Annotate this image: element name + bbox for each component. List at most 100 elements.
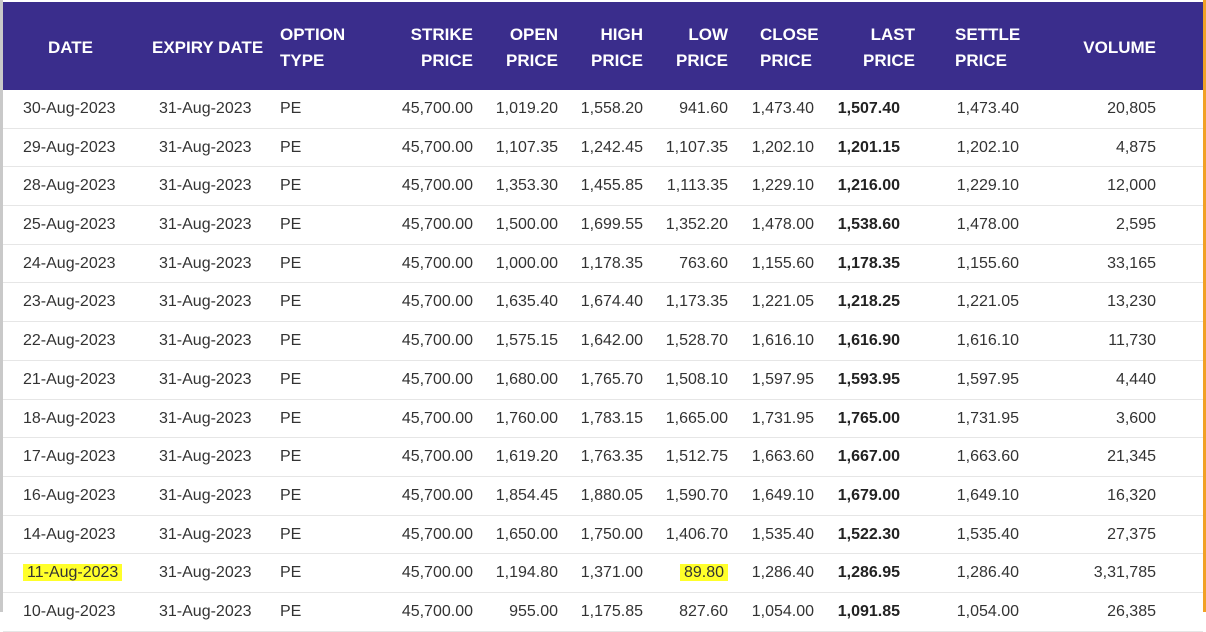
settle-value: 1,229.10 xyxy=(956,177,1019,195)
settle-value: 1,155.60 xyxy=(956,254,1019,272)
open-value: 1,353.30 xyxy=(495,177,558,195)
open-value: 1,000.00 xyxy=(495,254,558,272)
table-row[interactable]: 22-Aug-2023 31-Aug-2023 PE 45,700.00 1,575.1… xyxy=(3,322,1203,361)
close-value: 1,478.00 xyxy=(751,216,814,234)
header-strike-price[interactable]: STRIKE PRICE xyxy=(403,22,473,74)
strike-value: 45,700.00 xyxy=(401,486,473,504)
table-row[interactable]: 10-Aug-2023 31-Aug-2023 PE 45,700.00 955.00 1… xyxy=(3,593,1203,632)
high-value: 1,750.00 xyxy=(580,525,643,543)
volume-value: 13,230 xyxy=(1107,293,1156,311)
header-high-price[interactable]: HIGH PRICE xyxy=(573,22,643,74)
header-close-price[interactable]: CLOSE PRICE xyxy=(760,22,819,74)
type-value: PE xyxy=(280,602,302,620)
expiry-value: 31-Aug-2023 xyxy=(159,564,252,582)
cell-strike: 45,700.00 xyxy=(383,477,473,515)
table-row[interactable]: 30-Aug-2023 31-Aug-2023 PE 45,700.00 1,019.2… xyxy=(3,90,1203,129)
close-value: 1,221.05 xyxy=(751,293,814,311)
cell-open: 1,619.20 xyxy=(473,438,558,476)
table-row[interactable]: 11-Aug-2023 31-Aug-2023 PE 45,700.00 1,194.8… xyxy=(3,554,1203,593)
header-option-type[interactable]: OPTION TYPE xyxy=(280,22,345,74)
table-row[interactable]: 24-Aug-2023 31-Aug-2023 PE 45,700.00 1,000.0… xyxy=(3,245,1203,284)
type-value: PE xyxy=(280,525,302,543)
table-row[interactable]: 17-Aug-2023 31-Aug-2023 PE 45,700.00 1,619.2… xyxy=(3,438,1203,477)
header-expiry-date[interactable]: EXPIRY DATE xyxy=(152,35,263,61)
low-value: 827.60 xyxy=(679,602,728,620)
last-value: 1,593.95 xyxy=(837,370,900,388)
table-row[interactable]: 21-Aug-2023 31-Aug-2023 PE 45,700.00 1,680.0… xyxy=(3,361,1203,400)
volume-value: 21,345 xyxy=(1107,448,1156,466)
high-value: 1,175.85 xyxy=(580,602,643,620)
cell-strike: 45,700.00 xyxy=(383,129,473,167)
cell-date: 18-Aug-2023 xyxy=(23,400,123,438)
header-open-price[interactable]: OPEN PRICE xyxy=(488,22,558,74)
expiry-value: 31-Aug-2023 xyxy=(159,409,252,427)
settle-value: 1,597.95 xyxy=(956,370,1019,388)
cell-settle: 1,535.40 xyxy=(933,516,1019,554)
strike-value: 45,700.00 xyxy=(401,177,473,195)
table-row[interactable]: 28-Aug-2023 31-Aug-2023 PE 45,700.00 1,353.3… xyxy=(3,167,1203,207)
expiry-value: 31-Aug-2023 xyxy=(159,177,252,195)
date-value: 17-Aug-2023 xyxy=(23,448,116,466)
table-row[interactable]: 14-Aug-2023 31-Aug-2023 PE 45,700.00 1,650.0… xyxy=(3,516,1203,555)
strike-value: 45,700.00 xyxy=(401,100,473,117)
cell-last: 1,218.25 xyxy=(814,283,900,321)
low-value: 941.60 xyxy=(679,100,728,117)
last-value: 1,201.15 xyxy=(837,138,900,156)
strike-value: 45,700.00 xyxy=(401,370,473,388)
cell-type: PE xyxy=(280,438,320,476)
header-date[interactable]: DATE xyxy=(48,35,93,61)
close-value: 1,616.10 xyxy=(751,332,814,350)
volume-value: 3,31,785 xyxy=(1093,564,1156,582)
table-row[interactable]: 23-Aug-2023 31-Aug-2023 PE 45,700.00 1,635.4… xyxy=(3,283,1203,323)
last-value: 1,679.00 xyxy=(837,486,900,504)
type-value: PE xyxy=(280,564,302,582)
strike-value: 45,700.00 xyxy=(401,564,473,582)
header-settle-price[interactable]: SETTLE PRICE xyxy=(955,22,1020,74)
high-value: 1,558.20 xyxy=(580,100,643,117)
cell-close: 1,473.40 xyxy=(728,90,814,128)
date-value: 22-Aug-2023 xyxy=(23,332,116,350)
cell-close: 1,221.05 xyxy=(728,283,814,321)
cell-low: 763.60 xyxy=(643,245,728,283)
cell-type: PE xyxy=(280,477,320,515)
table-row[interactable]: 18-Aug-2023 31-Aug-2023 PE 45,700.00 1,760.0… xyxy=(3,400,1203,439)
low-value: 1,406.70 xyxy=(665,525,728,543)
settle-value: 1,473.40 xyxy=(956,100,1019,117)
cell-settle: 1,597.95 xyxy=(933,361,1019,399)
cell-settle: 1,663.60 xyxy=(933,438,1019,476)
high-value: 1,783.15 xyxy=(580,409,643,427)
low-value-highlighted: 89.80 xyxy=(679,564,728,582)
cell-close: 1,478.00 xyxy=(728,206,814,244)
cell-settle: 1,155.60 xyxy=(933,245,1019,283)
cell-last: 1,679.00 xyxy=(814,477,900,515)
header-low-price[interactable]: LOW PRICE xyxy=(658,22,728,74)
cell-type: PE xyxy=(280,322,320,360)
cell-close: 1,597.95 xyxy=(728,361,814,399)
settle-value: 1,663.60 xyxy=(956,448,1019,466)
settle-value: 1,202.10 xyxy=(956,138,1019,156)
cell-open: 1,353.30 xyxy=(473,167,558,205)
table-row[interactable]: 16-Aug-2023 31-Aug-2023 PE 45,700.00 1,854.4… xyxy=(3,477,1203,516)
strike-value: 45,700.00 xyxy=(401,409,473,427)
cell-volume: 20,805 xyxy=(1063,90,1156,128)
open-value: 1,650.00 xyxy=(495,525,558,543)
cell-volume: 3,600 xyxy=(1063,400,1156,438)
close-value: 1,229.10 xyxy=(751,177,814,195)
strike-value: 45,700.00 xyxy=(401,254,473,272)
expiry-value: 31-Aug-2023 xyxy=(159,254,252,272)
cell-open: 1,000.00 xyxy=(473,245,558,283)
cell-open: 1,107.35 xyxy=(473,129,558,167)
table-row[interactable]: 29-Aug-2023 31-Aug-2023 PE 45,700.00 1,107.3… xyxy=(3,129,1203,168)
date-value: 25-Aug-2023 xyxy=(23,216,116,234)
type-value: PE xyxy=(280,370,302,388)
table-row[interactable]: 25-Aug-2023 31-Aug-2023 PE 45,700.00 1,500.0… xyxy=(3,206,1203,245)
cell-settle: 1,616.10 xyxy=(933,322,1019,360)
expiry-value: 31-Aug-2023 xyxy=(159,486,252,504)
cell-last: 1,178.35 xyxy=(814,245,900,283)
header-volume[interactable]: VOLUME xyxy=(1063,35,1156,61)
strike-value: 45,700.00 xyxy=(401,216,473,234)
cell-high: 1,750.00 xyxy=(558,516,643,554)
header-last-price[interactable]: LAST PRICE xyxy=(845,22,915,74)
settle-value: 1,221.05 xyxy=(956,293,1019,311)
cell-date: 21-Aug-2023 xyxy=(23,361,123,399)
